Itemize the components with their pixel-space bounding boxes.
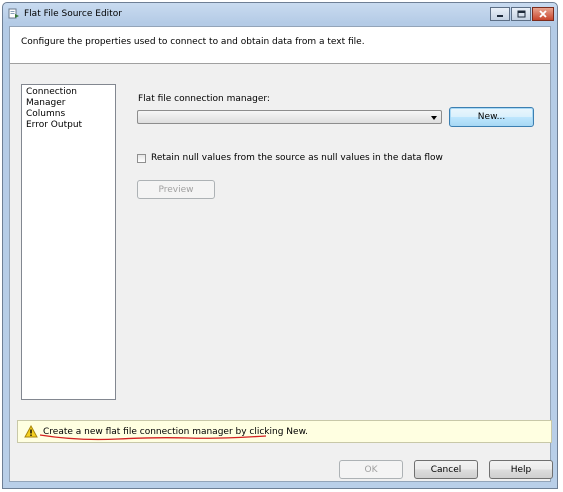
preview-button[interactable]: Preview xyxy=(137,180,215,199)
maximize-icon[interactable] xyxy=(511,7,531,21)
dialog-window: Flat File Source Editor Configure the pr… xyxy=(2,2,558,489)
page-navigation-list: Connection Manager Columns Error Output xyxy=(21,84,116,400)
help-button[interactable]: Help xyxy=(489,460,553,479)
retain-nulls-label: Retain null values from the source as nu… xyxy=(151,153,443,163)
chevron-down-icon[interactable] xyxy=(431,116,437,120)
retain-nulls-checkbox[interactable] xyxy=(137,153,146,163)
new-connection-button[interactable]: New... xyxy=(449,107,534,127)
ok-button[interactable]: OK xyxy=(339,460,403,479)
warning-icon xyxy=(24,425,38,438)
dialog-client-area: Configure the properties used to connect… xyxy=(9,26,553,482)
window-title: Flat File Source Editor xyxy=(24,9,122,19)
retain-nulls-option[interactable]: Retain null values from the source as nu… xyxy=(137,153,443,163)
nav-item-connection-manager[interactable]: Connection Manager xyxy=(26,87,115,109)
nav-item-error-output[interactable]: Error Output xyxy=(26,120,115,131)
red-underline-annotation xyxy=(39,434,267,441)
window-controls xyxy=(489,7,554,21)
description-text: Configure the properties used to connect… xyxy=(21,37,365,47)
status-message-bar: Create a new flat file connection manage… xyxy=(17,420,552,443)
minimize-icon[interactable] xyxy=(490,7,510,21)
data-flow-source-icon xyxy=(8,8,19,19)
connection-manager-dropdown[interactable] xyxy=(137,110,442,124)
title-bar[interactable]: Flat File Source Editor xyxy=(3,3,557,25)
close-icon[interactable] xyxy=(532,7,554,21)
nav-item-columns[interactable]: Columns xyxy=(26,109,115,120)
description-header: Configure the properties used to connect… xyxy=(10,27,550,64)
cancel-button[interactable]: Cancel xyxy=(414,460,478,479)
connection-manager-label: Flat file connection manager: xyxy=(138,94,270,104)
